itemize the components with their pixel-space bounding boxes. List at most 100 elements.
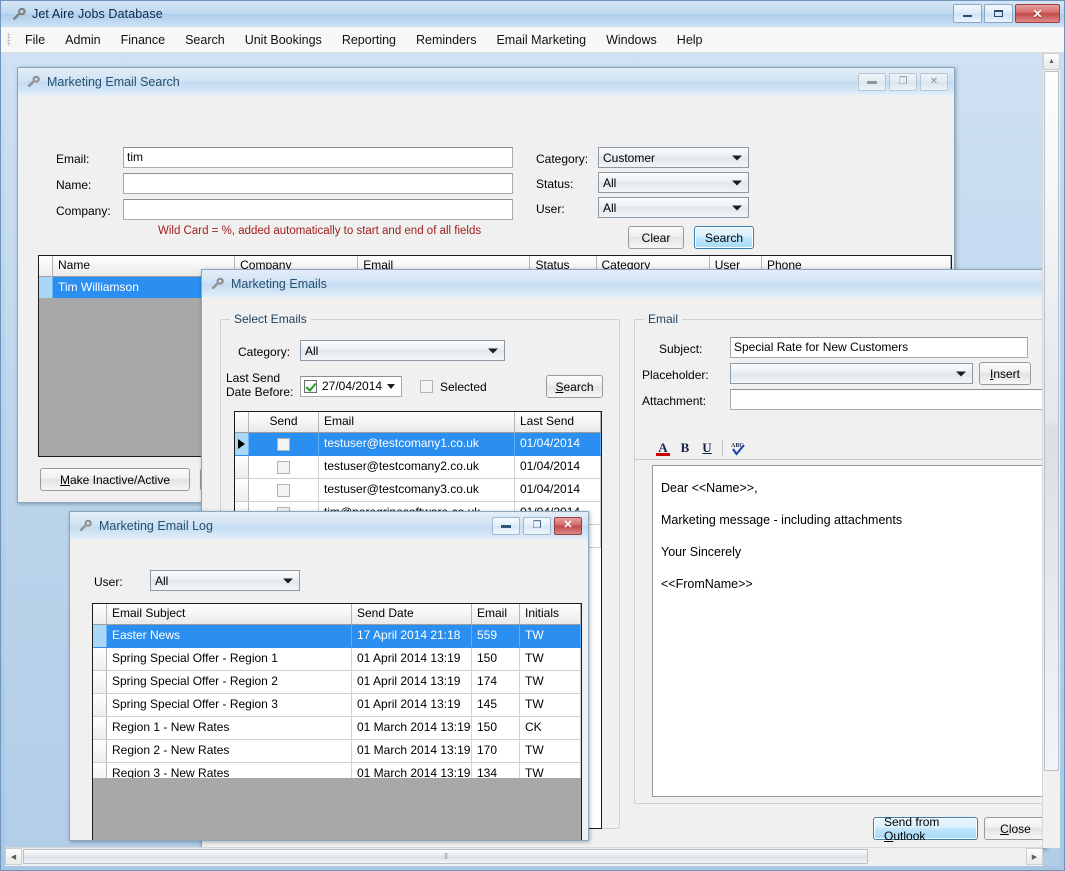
mdi-vertical-scrollbar[interactable]: ▲ xyxy=(1042,53,1060,848)
user-select[interactable]: All xyxy=(598,197,749,218)
row-selector[interactable] xyxy=(93,671,107,693)
mdi-horizontal-scrollbar[interactable]: ◀ ⦀ ▶ xyxy=(5,847,1043,866)
table-row[interactable]: Region 1 - New Rates 01 March 2014 13:19… xyxy=(93,717,581,740)
search-button[interactable]: Search xyxy=(694,226,754,249)
cell-email: testuser@testcomany2.co.uk xyxy=(319,456,515,478)
spellcheck-icon[interactable]: ABC xyxy=(727,438,749,458)
column-header-email[interactable]: Email xyxy=(319,412,515,432)
menu-item-email-marketing[interactable]: Email Marketing xyxy=(486,29,596,51)
minimize-button[interactable] xyxy=(953,4,982,23)
user-value: All xyxy=(603,200,617,215)
cell-count: 559 xyxy=(472,625,520,647)
log-user-select[interactable]: All xyxy=(150,570,300,591)
send-from-outlook-button[interactable]: Send from Outlook xyxy=(873,815,978,843)
date-enabled-checkbox[interactable] xyxy=(304,380,317,393)
column-header-email-subject[interactable]: Email Subject xyxy=(107,604,352,624)
row-selector[interactable] xyxy=(93,625,107,647)
table-row[interactable]: testuser@testcomany3.co.uk 01/04/2014 xyxy=(235,479,601,502)
category-select[interactable]: Customer xyxy=(598,147,749,168)
email-body-editor[interactable]: Dear <<Name>>, Marketing message - inclu… xyxy=(652,465,1045,797)
row-selector[interactable] xyxy=(235,479,249,501)
insert-button[interactable]: Insert xyxy=(979,362,1031,385)
company-input[interactable] xyxy=(123,199,513,220)
body-line-4: <<FromName>> xyxy=(661,577,753,591)
menu-item-finance[interactable]: Finance xyxy=(111,29,175,51)
select-emails-caption: Select Emails xyxy=(230,312,311,326)
grid-header-row: Send Email Last Send xyxy=(235,412,601,433)
underline-icon[interactable]: U xyxy=(696,438,718,458)
clear-button[interactable]: Clear xyxy=(628,226,684,249)
scroll-right-button[interactable]: ▶ xyxy=(1026,848,1043,865)
cell-count: 174 xyxy=(472,671,520,693)
column-header-send[interactable]: Send xyxy=(249,412,319,432)
column-header-last-send[interactable]: Last Send xyxy=(515,412,601,432)
menu-item-file[interactable]: File xyxy=(15,29,55,51)
send-checkbox[interactable] xyxy=(277,460,290,474)
bold-icon[interactable]: B xyxy=(674,438,696,458)
minimize-button[interactable]: ▬ xyxy=(858,72,886,91)
menu-item-search[interactable]: Search xyxy=(175,29,235,51)
emails-search-button[interactable]: Search xyxy=(546,375,603,398)
table-row[interactable]: Spring Special Offer - Region 1 01 April… xyxy=(93,648,581,671)
row-selector[interactable] xyxy=(235,456,249,478)
body-line-2: Marketing message - including attachment… xyxy=(661,513,903,527)
vertical-scroll-thumb[interactable] xyxy=(1044,71,1059,771)
cell-send[interactable] xyxy=(249,479,319,501)
table-row[interactable]: Region 2 - New Rates 01 March 2014 13:19… xyxy=(93,740,581,763)
table-row[interactable]: testuser@testcomany1.co.uk 01/04/2014 xyxy=(235,433,601,456)
table-row[interactable]: Spring Special Offer - Region 2 01 April… xyxy=(93,671,581,694)
email-log-grid[interactable]: Email Subject Send Date Email Initials E… xyxy=(92,603,582,840)
menu-item-admin[interactable]: Admin xyxy=(55,29,110,51)
cell-count: 150 xyxy=(472,717,520,739)
table-row[interactable]: Spring Special Offer - Region 3 01 April… xyxy=(93,694,581,717)
make-inactive-active-button[interactable]: Make Inactive/Active xyxy=(40,468,190,491)
horizontal-scroll-thumb[interactable]: ⦀ xyxy=(23,849,868,864)
attachment-input[interactable] xyxy=(730,389,1045,410)
close-icon[interactable]: ✕ xyxy=(920,72,948,91)
table-row[interactable]: testuser@testcomany2.co.uk 01/04/2014 xyxy=(235,456,601,479)
selected-checkbox[interactable] xyxy=(420,380,433,393)
cell-date: 01 April 2014 13:19 xyxy=(352,648,472,670)
menu-item-reminders[interactable]: Reminders xyxy=(406,29,486,51)
send-checkbox[interactable] xyxy=(277,483,290,497)
menu-item-windows[interactable]: Windows xyxy=(596,29,667,51)
table-row[interactable]: Easter News 17 April 2014 21:18 559 TW xyxy=(93,625,581,648)
font-color-icon[interactable]: A xyxy=(652,438,674,458)
name-input[interactable] xyxy=(123,173,513,194)
cell-email: testuser@testcomany1.co.uk xyxy=(319,433,515,455)
menu-item-help[interactable]: Help xyxy=(667,29,713,51)
row-selector[interactable] xyxy=(93,694,107,716)
row-selector[interactable] xyxy=(93,740,107,762)
status-select[interactable]: All xyxy=(598,172,749,193)
email-input[interactable]: tim xyxy=(123,147,513,168)
maximize-button[interactable] xyxy=(984,4,1013,23)
emails-category-select[interactable]: All xyxy=(300,340,505,361)
last-send-date-picker[interactable]: 27/04/2014 xyxy=(300,376,402,397)
row-selector[interactable] xyxy=(235,433,249,455)
log-window-body: User: All Email Subject Send Date Email … xyxy=(70,539,588,840)
close-button[interactable]: ✕ xyxy=(1015,4,1060,23)
scroll-up-button[interactable]: ▲ xyxy=(1043,53,1060,70)
close-icon[interactable]: ✕ xyxy=(554,516,582,535)
column-header-initials[interactable]: Initials xyxy=(520,604,581,624)
scroll-left-button[interactable]: ◀ xyxy=(5,848,22,865)
menu-item-reporting[interactable]: Reporting xyxy=(332,29,406,51)
restore-button[interactable]: ❐ xyxy=(523,516,551,535)
row-selector[interactable] xyxy=(93,648,107,670)
column-header-email-count[interactable]: Email xyxy=(472,604,520,624)
placeholder-select[interactable] xyxy=(730,363,973,384)
subject-input[interactable]: Special Rate for New Customers xyxy=(730,337,1028,358)
main-application-window: Jet Aire Jobs Database ✕ File Admin Fina… xyxy=(0,0,1065,871)
chevron-down-icon[interactable] xyxy=(387,384,395,389)
close-emails-button[interactable]: Close xyxy=(984,817,1045,840)
row-selector[interactable] xyxy=(39,277,53,299)
cell-send[interactable] xyxy=(249,456,319,478)
restore-button[interactable]: ❐ xyxy=(889,72,917,91)
cell-date: 01 April 2014 13:19 xyxy=(352,671,472,693)
minimize-button[interactable]: ▬ xyxy=(492,516,520,535)
menu-item-unit-bookings[interactable]: Unit Bookings xyxy=(235,29,332,51)
row-selector[interactable] xyxy=(93,717,107,739)
send-checkbox[interactable] xyxy=(277,437,290,451)
cell-send[interactable] xyxy=(249,433,319,455)
column-header-send-date[interactable]: Send Date xyxy=(352,604,472,624)
